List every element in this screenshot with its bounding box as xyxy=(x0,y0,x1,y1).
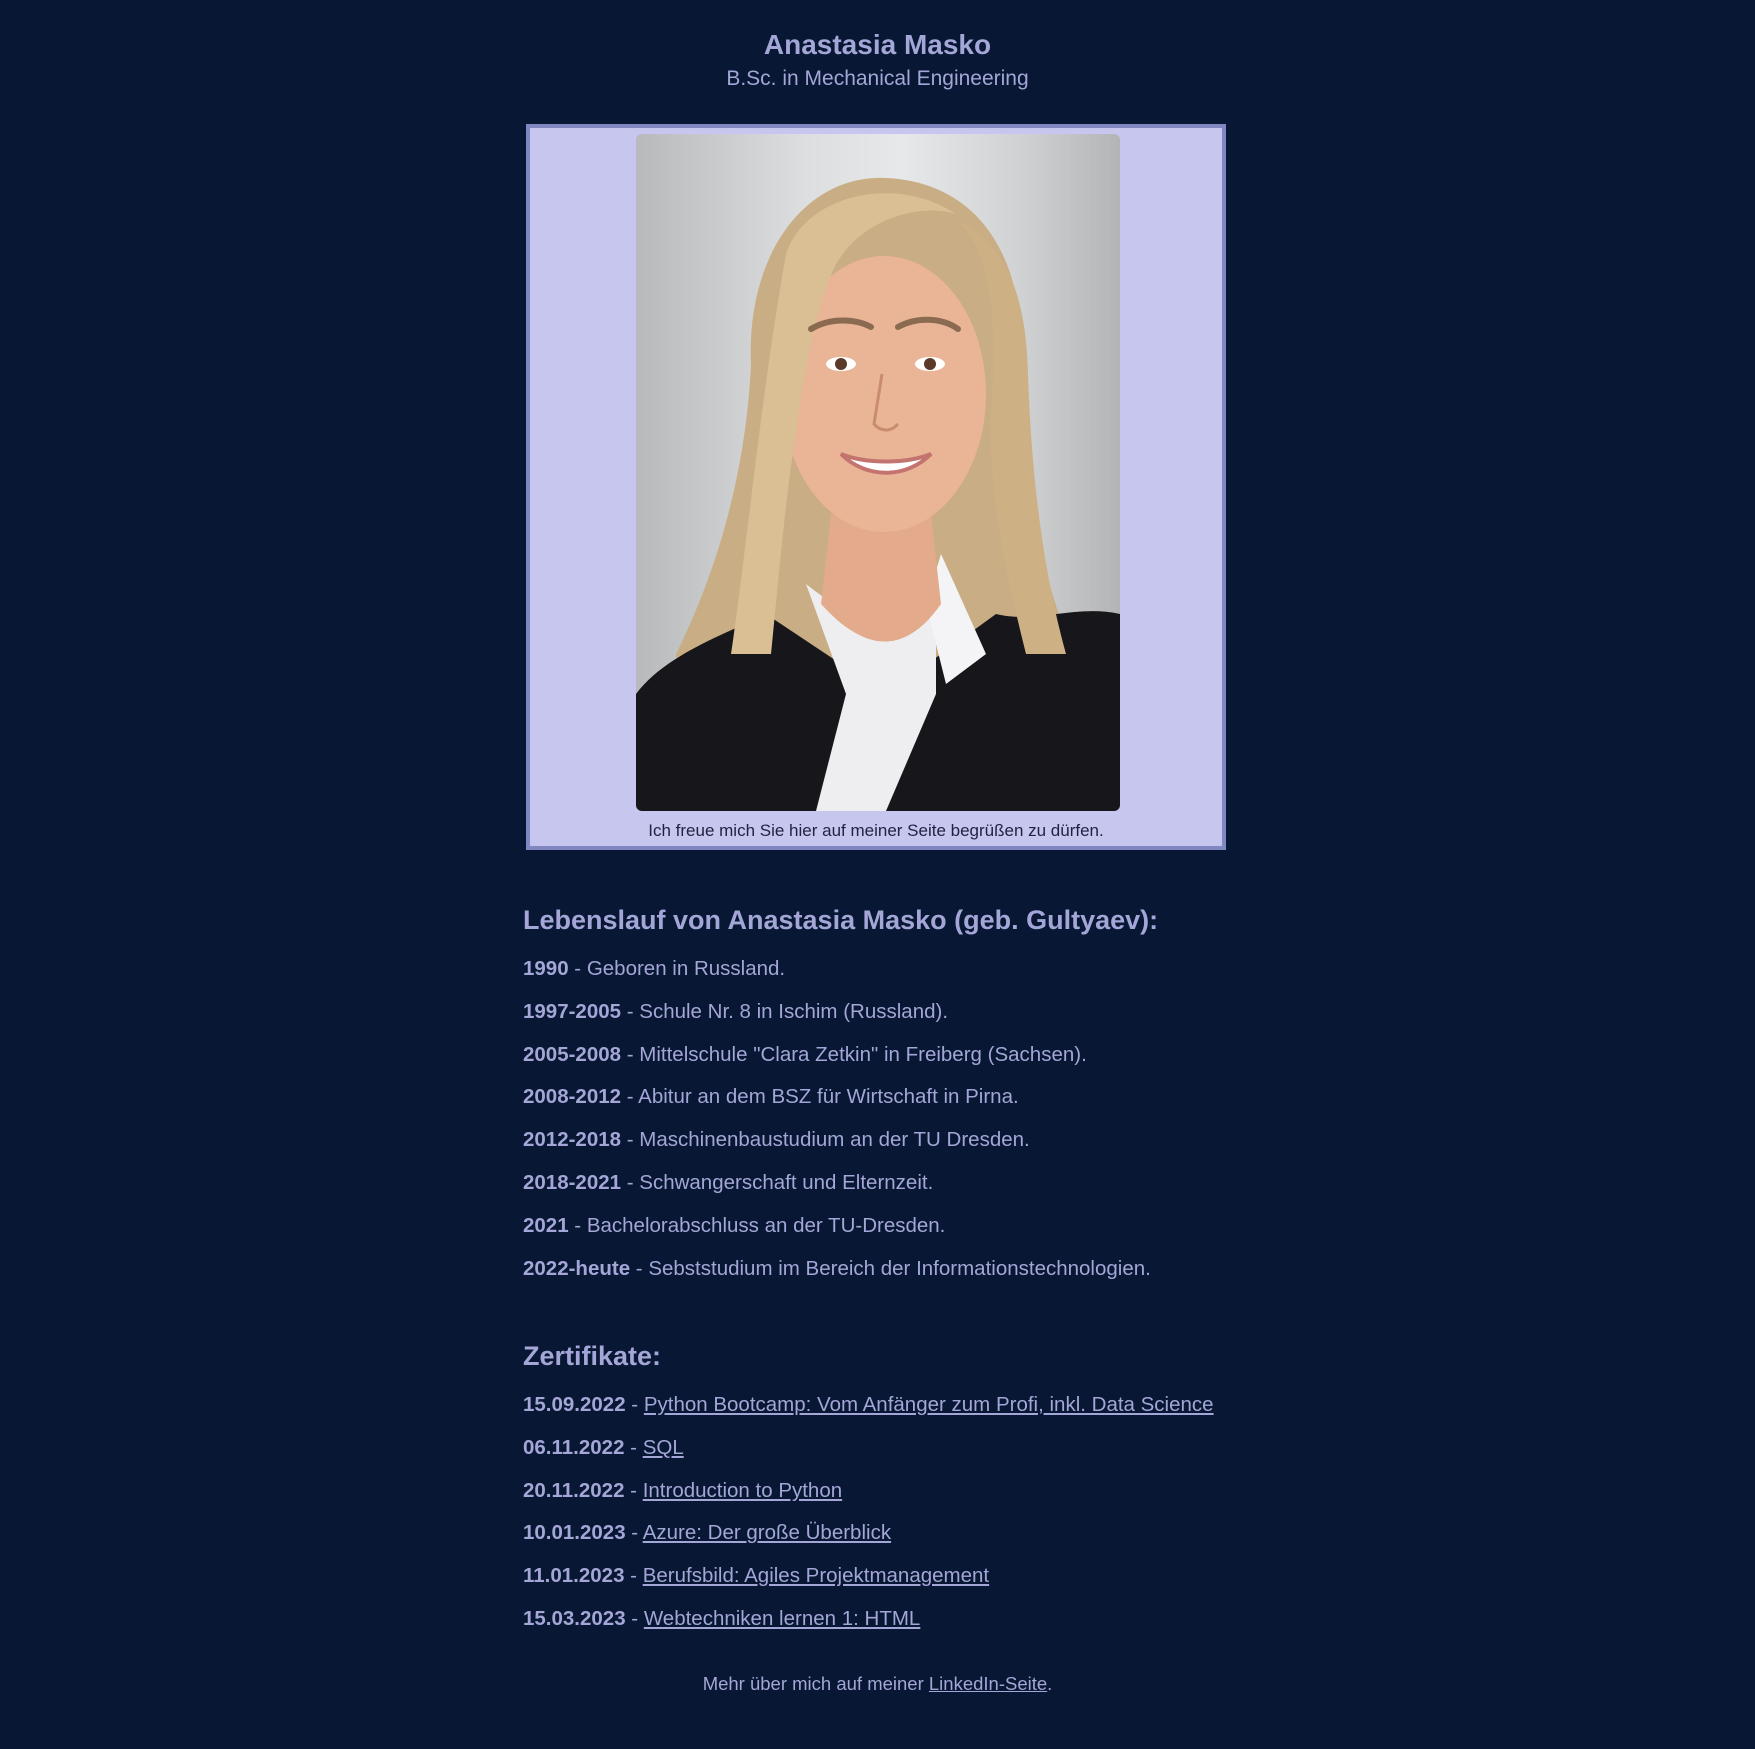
certificate-entry: 11.01.2023 - Berufsbild: Agiles Projektm… xyxy=(523,1563,1243,1589)
page-header: Anastasia Masko B.Sc. in Mechanical Engi… xyxy=(0,28,1755,92)
certificate-entry: 20.11.2022 - Introduction to Python xyxy=(523,1478,1243,1504)
separator: - xyxy=(621,999,640,1023)
cv-entry: 2018-2021 - Schwangerschaft und Elternze… xyxy=(523,1170,1243,1196)
person-name: Anastasia Masko xyxy=(763,29,992,60)
certificates-title: Zertifikate: xyxy=(523,1341,662,1371)
photo-frame: Ich freue mich Sie hier auf meiner Seite… xyxy=(526,124,1226,850)
certificate-date: 06.11.2022 xyxy=(523,1435,625,1459)
certificate-link-agile[interactable]: Berufsbild: Agiles Projektmanagement xyxy=(643,1564,989,1587)
certificate-entry: 10.01.2023 - Azure: Der große Überblick xyxy=(523,1520,1243,1546)
certificate-date: 20.11.2022 xyxy=(523,1478,625,1502)
separator: - xyxy=(624,1435,643,1459)
footer-text: Mehr über mich auf meiner xyxy=(702,1673,929,1694)
separator: - xyxy=(625,1606,644,1630)
certificate-link-azure[interactable]: Azure: Der große Überblick xyxy=(643,1521,891,1544)
cv-section: Lebenslauf von Anastasia Masko (geb. Gul… xyxy=(523,903,1243,1298)
certificate-date: 10.01.2023 xyxy=(523,1521,626,1545)
cv-year: 2021 xyxy=(523,1213,569,1237)
separator: - xyxy=(621,1170,640,1194)
cv-year: 1997-2005 xyxy=(523,999,622,1023)
footer-period: . xyxy=(1047,1673,1053,1694)
cv-entry: 2008-2012 - Abitur an dem BSZ für Wirtsc… xyxy=(523,1084,1243,1110)
certificate-link-python-bootcamp[interactable]: Python Bootcamp: Vom Anfänger zum Profi,… xyxy=(644,1393,1214,1416)
cv-text: Abitur an dem BSZ für Wirtschaft in Pirn… xyxy=(638,1085,1019,1109)
certificate-link-sql[interactable]: SQL xyxy=(643,1436,684,1459)
separator: - xyxy=(625,1393,644,1416)
certificates-section: Zertifikate: 15.09.2022 - Python Bootcam… xyxy=(523,1339,1243,1649)
certificate-entry: 15.03.2023 - Webtechniken lernen 1: HTML xyxy=(523,1606,1243,1632)
cv-text: Schule Nr. 8 in Ischim (Russland). xyxy=(639,999,949,1023)
cv-entry: 2005-2008 - Mittelschule "Clara Zetkin" … xyxy=(523,1042,1243,1068)
separator: - xyxy=(568,957,587,980)
cv-text: Bachelorabschluss an der TU-Dresden. xyxy=(586,1213,946,1237)
cv-year: 2008-2012 xyxy=(523,1085,622,1109)
certificate-date: 11.01.2023 xyxy=(523,1564,625,1588)
separator: - xyxy=(568,1213,587,1237)
certificate-date: 15.09.2022 xyxy=(523,1393,626,1416)
cv-text: Schwangerschaft und Elternzeit. xyxy=(639,1170,934,1194)
certificate-date: 15.03.2023 xyxy=(523,1606,626,1630)
cv-text: Sebststudium im Bereich der Informations… xyxy=(648,1256,1151,1280)
cv-text: Mittelschule "Clara Zetkin" in Freiberg … xyxy=(639,1042,1087,1066)
linkedin-link[interactable]: LinkedIn-Seite xyxy=(929,1673,1047,1694)
certificate-link-html[interactable]: Webtechniken lernen 1: HTML xyxy=(644,1607,921,1630)
degree-subtitle: B.Sc. in Mechanical Engineering xyxy=(726,67,1029,90)
certificate-entry: 15.09.2022 - Python Bootcamp: Vom Anfäng… xyxy=(523,1392,1243,1418)
cv-entry: 1990 - Geboren in Russland. xyxy=(523,956,1243,982)
certificate-entry: 06.11.2022 - SQL xyxy=(523,1435,1243,1461)
separator: - xyxy=(621,1085,639,1109)
portrait-photo xyxy=(636,134,1120,811)
certificates-list: 15.09.2022 - Python Bootcamp: Vom Anfäng… xyxy=(523,1392,1243,1632)
cv-entry: 2022-heute - Sebststudium im Bereich der… xyxy=(523,1256,1243,1282)
separator: - xyxy=(624,1564,643,1588)
cv-text: Maschinenbaustudium an der TU Dresden. xyxy=(639,1128,1030,1152)
cv-year: 1990 xyxy=(523,957,569,980)
cv-title: Lebenslauf von Anastasia Masko (geb. Gul… xyxy=(523,905,1159,935)
cv-year: 2022-heute xyxy=(523,1256,631,1280)
cv-year: 2005-2008 xyxy=(523,1042,622,1066)
separator: - xyxy=(625,1521,643,1545)
cv-list: 1990 - Geboren in Russland. 1997-2005 - … xyxy=(523,956,1243,1282)
portrait-illustration xyxy=(636,177,1120,811)
photo-caption: Ich freue mich Sie hier auf meiner Seite… xyxy=(648,821,1104,840)
page-footer: Mehr über mich auf meiner LinkedIn-Seite… xyxy=(0,1672,1755,1696)
separator: - xyxy=(621,1042,640,1066)
cv-year: 2018-2021 xyxy=(523,1170,622,1194)
cv-entry: 2021 - Bachelorabschluss an der TU-Dresd… xyxy=(523,1213,1243,1239)
cv-entry: 2012-2018 - Maschinenbaustudium an der T… xyxy=(523,1127,1243,1153)
cv-year: 2012-2018 xyxy=(523,1128,622,1152)
certificate-link-intro-python[interactable]: Introduction to Python xyxy=(643,1479,842,1502)
separator: - xyxy=(630,1256,649,1280)
separator: - xyxy=(624,1478,643,1502)
cv-entry: 1997-2005 - Schule Nr. 8 in Ischim (Russ… xyxy=(523,999,1243,1025)
separator: - xyxy=(621,1128,640,1152)
cv-text: Geboren in Russland. xyxy=(586,957,786,980)
